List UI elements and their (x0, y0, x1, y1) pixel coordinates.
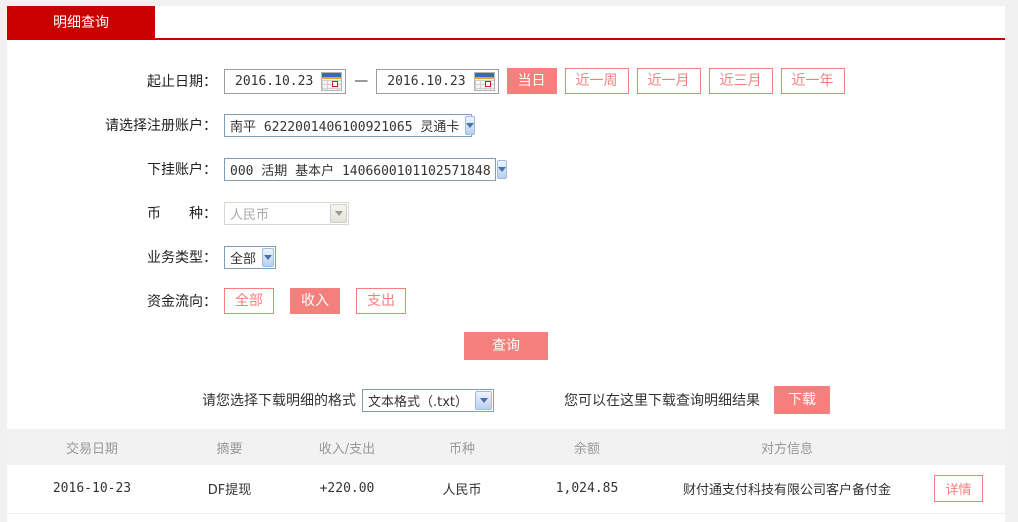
fund-flow-expense-button[interactable]: 支出 (356, 288, 406, 314)
fund-flow-income-button[interactable]: 收入 (290, 288, 340, 314)
col-header-date: 交易日期 (7, 429, 177, 465)
start-date-value: 2016.10.23 (235, 73, 314, 89)
business-type-label: 业务类型： (147, 250, 217, 266)
sub-account-row: 下挂账户： 000 活期 基本户 1406600101102571848 (7, 156, 1005, 182)
range-last-month-button[interactable]: 近一月 (636, 68, 701, 94)
currency-value: 人民币 (230, 207, 270, 223)
fund-flow-all-button[interactable]: 全部 (224, 288, 274, 314)
currency-label: 币 种： (147, 206, 217, 222)
tab-detail-query[interactable]: 明细查询 (7, 6, 155, 40)
sub-account-label: 下挂账户： (147, 162, 217, 178)
date-separator: — (354, 73, 369, 89)
business-type-value: 全部 (230, 251, 257, 267)
fund-flow-label: 资金流向： (147, 294, 217, 310)
chevron-down-icon (465, 115, 476, 135)
register-account-label: 请选择注册账户： (105, 118, 217, 134)
currency-select: 人民币 (224, 201, 349, 225)
tab-bar: 明细查询 (7, 6, 1005, 40)
range-last-3-months-button[interactable]: 近三月 (708, 68, 773, 94)
download-format-label: 请您选择下载明细的格式 (202, 393, 356, 409)
fund-flow-row: 资金流向： 全部 收入 支出 (7, 288, 1005, 314)
cell-counterpart: 财付通支付科技有限公司客户备付金 (662, 465, 912, 514)
cell-balance: 1,024.85 (512, 465, 662, 514)
register-account-value: 南平 6222001406100921065 灵通卡 (230, 119, 460, 135)
cell-summary: DF提现 (177, 465, 282, 514)
date-range-row: 起止日期： 2016.10.23 — 2016.10.23 当日 近一周 近一月… (7, 68, 1005, 94)
currency-row: 币 种： 人民币 (7, 200, 1005, 226)
business-type-select[interactable]: 全部 (224, 245, 276, 269)
range-today-button[interactable]: 当日 (506, 68, 557, 94)
query-button[interactable]: 查询 (464, 332, 548, 360)
cell-date: 2016-10-23 (7, 465, 177, 514)
chevron-down-icon (330, 203, 347, 223)
col-header-counterpart: 对方信息 (662, 429, 912, 465)
download-format-value: 文本格式（.txt） (368, 394, 469, 410)
query-button-row: 查询 (7, 332, 1005, 360)
transactions-table: 交易日期 摘要 收入/支出 币种 余额 对方信息 2016-10-23 DF提现… (7, 429, 1005, 514)
end-date-value: 2016.10.23 (387, 73, 466, 89)
cell-currency: 人民币 (412, 465, 512, 514)
cell-amount: +220.00 (282, 465, 412, 514)
download-button[interactable]: 下载 (774, 386, 830, 414)
end-date-input[interactable]: 2016.10.23 (376, 68, 499, 94)
download-hint: 您可以在这里下载查询明细结果 (564, 393, 760, 409)
chevron-down-icon (496, 159, 507, 179)
register-account-select[interactable]: 南平 6222001406100921065 灵通卡 (224, 113, 476, 137)
date-range-label: 起止日期： (147, 74, 217, 90)
chevron-down-icon (262, 247, 274, 267)
col-header-actions (912, 429, 1005, 465)
col-header-amount: 收入/支出 (282, 429, 412, 465)
detail-button[interactable]: 详情 (934, 475, 983, 503)
start-date-input[interactable]: 2016.10.23 (224, 68, 347, 94)
range-last-week-button[interactable]: 近一周 (564, 68, 629, 94)
download-row: 请您选择下载明细的格式 文本格式（.txt） 您可以在这里下载查询明细结果 下载 (202, 386, 1005, 414)
business-type-row: 业务类型： 全部 (7, 244, 1005, 270)
calendar-icon[interactable] (473, 71, 495, 91)
chevron-down-icon (475, 390, 492, 410)
sub-account-select[interactable]: 000 活期 基本户 1406600101102571848 (224, 157, 507, 181)
register-account-row: 请选择注册账户： 南平 6222001406100921065 灵通卡 (7, 112, 1005, 138)
query-form: 起止日期： 2016.10.23 — 2016.10.23 当日 近一周 近一月… (7, 40, 1005, 414)
table-header-row: 交易日期 摘要 收入/支出 币种 余额 对方信息 (7, 429, 1005, 465)
sub-account-value: 000 活期 基本户 1406600101102571848 (230, 163, 491, 179)
table-row: 2016-10-23 DF提现 +220.00 人民币 1,024.85 财付通… (7, 465, 1005, 514)
calendar-icon[interactable] (321, 71, 343, 91)
range-last-year-button[interactable]: 近一年 (780, 68, 845, 94)
download-format-select[interactable]: 文本格式（.txt） (362, 388, 494, 412)
col-header-currency: 币种 (412, 429, 512, 465)
content-panel: 明细查询 起止日期： 2016.10.23 — 2016.10.23 当日 近一… (7, 6, 1005, 522)
cell-actions: 详情 (912, 465, 1005, 514)
col-header-balance: 余额 (512, 429, 662, 465)
col-header-summary: 摘要 (177, 429, 282, 465)
